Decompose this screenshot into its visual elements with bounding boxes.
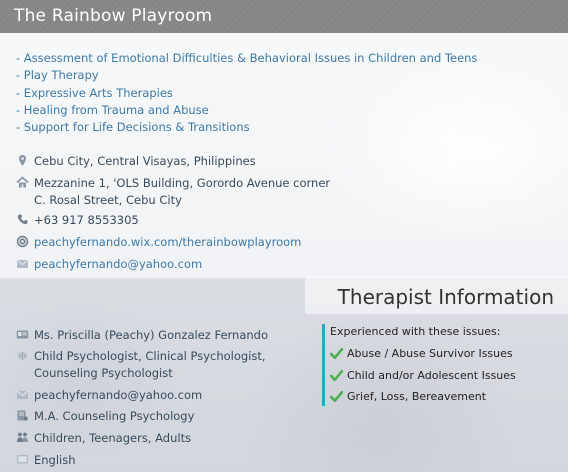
service-item: - Expressive Arts Therapies	[16, 85, 173, 100]
therapist-name-row: Ms. Priscilla (Peachy) Gonzalez Fernando	[16, 327, 268, 344]
service-item: - Healing from Trauma and Abuse	[16, 102, 209, 117]
therapist-name: Ms. Priscilla (Peachy) Gonzalez Fernando	[34, 328, 269, 342]
therapist-degree: M.A. Counseling Psychology	[34, 409, 195, 423]
therapist-title-line-2: Counseling Psychologist	[34, 365, 173, 380]
therapist-section-title: Therapist Information	[337, 285, 554, 309]
location-text: Cebu City, Central Visayas, Philippines	[34, 154, 256, 168]
email-icon	[16, 259, 29, 268]
speech-icon	[17, 455, 28, 464]
therapist-language-row: English	[16, 452, 76, 469]
house-icon	[16, 176, 29, 188]
map-pin-icon	[19, 155, 26, 166]
issue-label: Abuse / Abuse Survivor Issues	[347, 347, 513, 361]
check-icon	[330, 369, 343, 381]
therapist-title-line-1: Child Psychologist, Clinical Psychologis…	[34, 349, 266, 363]
web-icon	[16, 235, 29, 248]
email-link[interactable]: peachyfernando@yahoo.com	[34, 256, 202, 273]
brain-icon	[17, 351, 28, 360]
people-icon	[17, 432, 28, 442]
service-item: - Play Therapy	[16, 68, 99, 83]
check-icon	[330, 348, 343, 360]
address-line-2: C. Rosal Street, Cebu City	[34, 192, 182, 207]
issue-item: Abuse / Abuse Survivor Issues	[330, 343, 518, 365]
therapist-ages: Children, Teenagers, Adults	[34, 431, 192, 445]
issue-item: Grief, Loss, Bereavement	[330, 386, 518, 408]
therapist-title-row: Child Psychologist, Clinical Psychologis…	[16, 348, 266, 381]
services-list: - Assessment of Emotional Difficulties &…	[16, 50, 477, 136]
therapist-language: English	[34, 453, 76, 467]
diploma-icon	[17, 410, 28, 421]
location-row: Cebu City, Central Visayas, Philippines	[16, 153, 256, 170]
issue-label: Grief, Loss, Bereavement	[347, 390, 487, 404]
email-icon	[16, 390, 29, 399]
page-title: The Rainbow Playroom	[0, 0, 568, 33]
phone-text: +63 917 8553305	[34, 213, 139, 227]
therapist-email-row[interactable]: peachyfernando@yahoo.com	[16, 387, 202, 404]
therapist-ages-row: Children, Teenagers, Adults	[16, 430, 191, 447]
therapist-email[interactable]: peachyfernando@yahoo.com	[34, 387, 202, 404]
website-row[interactable]: peachyfernando.wix.com/therainbowplayroo…	[16, 234, 301, 251]
email-row[interactable]: peachyfernando@yahoo.com	[16, 256, 202, 273]
issues-box: Experienced with these issues: Abuse / A…	[322, 324, 518, 406]
phone-row: +63 917 8553305	[16, 212, 139, 229]
therapist-degree-row: M.A. Counseling Psychology	[16, 408, 194, 425]
issue-item: Child and/or Adolescent Issues	[330, 365, 518, 387]
issues-heading: Experienced with these issues:	[330, 325, 501, 338]
address-line-1: Mezzanine 1, 'OLS Building, Gorordo Aven…	[34, 176, 331, 190]
address-row: Mezzanine 1, 'OLS Building, Gorordo Aven…	[16, 175, 330, 208]
check-icon	[330, 391, 343, 403]
issue-label: Child and/or Adolescent Issues	[347, 368, 516, 382]
service-item: - Support for Life Decisions & Transitio…	[16, 120, 250, 135]
phone-icon	[17, 214, 28, 225]
website-link[interactable]: peachyfernando.wix.com/therainbowplayroo…	[34, 234, 301, 251]
id-card-icon	[16, 330, 29, 339]
service-item: - Assessment of Emotional Difficulties &…	[16, 51, 478, 65]
